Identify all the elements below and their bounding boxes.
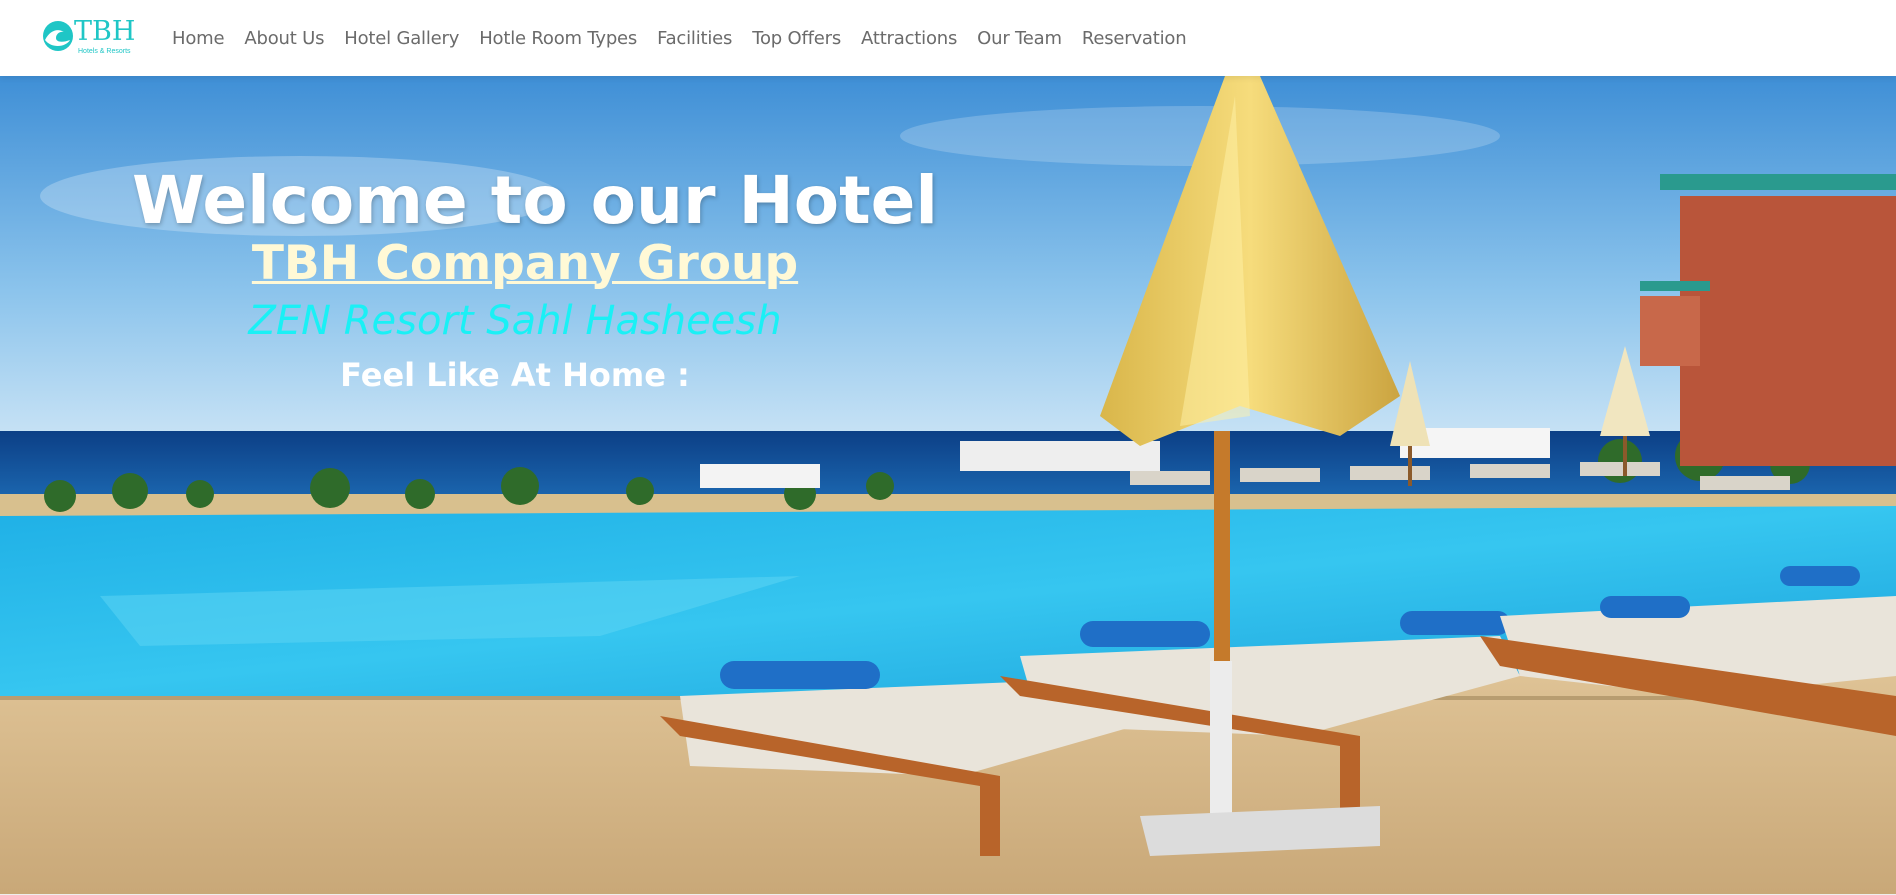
nav-item-reservation[interactable]: Reservation: [1072, 28, 1197, 49]
nav-item-facilities[interactable]: Facilities: [647, 28, 742, 49]
logo-text: TBH: [74, 16, 136, 47]
nav-item-home[interactable]: Home: [162, 28, 234, 49]
logo-subtext: Hotels & Resorts: [78, 48, 131, 55]
nav-item-attractions[interactable]: Attractions: [851, 28, 967, 49]
hero-text-overlay: Welcome to our Hotel TBH Company Group Z…: [0, 76, 1896, 894]
hero-company-name: TBH Company Group: [251, 236, 799, 291]
hero-welcome-heading: Welcome to our Hotel: [131, 162, 939, 239]
wave-icon: [43, 21, 73, 51]
nav-item-room-types[interactable]: Hotle Room Types: [469, 28, 647, 49]
nav-item-hotel-gallery[interactable]: Hotel Gallery: [334, 28, 469, 49]
hero-banner: Welcome to our Hotel TBH Company Group Z…: [0, 76, 1896, 894]
nav-item-about-us[interactable]: About Us: [234, 28, 334, 49]
nav-item-top-offers[interactable]: Top Offers: [742, 28, 851, 49]
navbar: TBH Hotels & Resorts Home About Us Hotel…: [0, 0, 1896, 76]
nav-item-our-team[interactable]: Our Team: [967, 28, 1072, 49]
hero-tagline: Feel Like At Home :: [340, 356, 690, 394]
brand-logo[interactable]: TBH Hotels & Resorts: [42, 16, 136, 60]
hero-resort-name: ZEN Resort Sahl Hasheesh: [248, 298, 782, 344]
main-nav: Home About Us Hotel Gallery Hotle Room T…: [162, 0, 1196, 76]
